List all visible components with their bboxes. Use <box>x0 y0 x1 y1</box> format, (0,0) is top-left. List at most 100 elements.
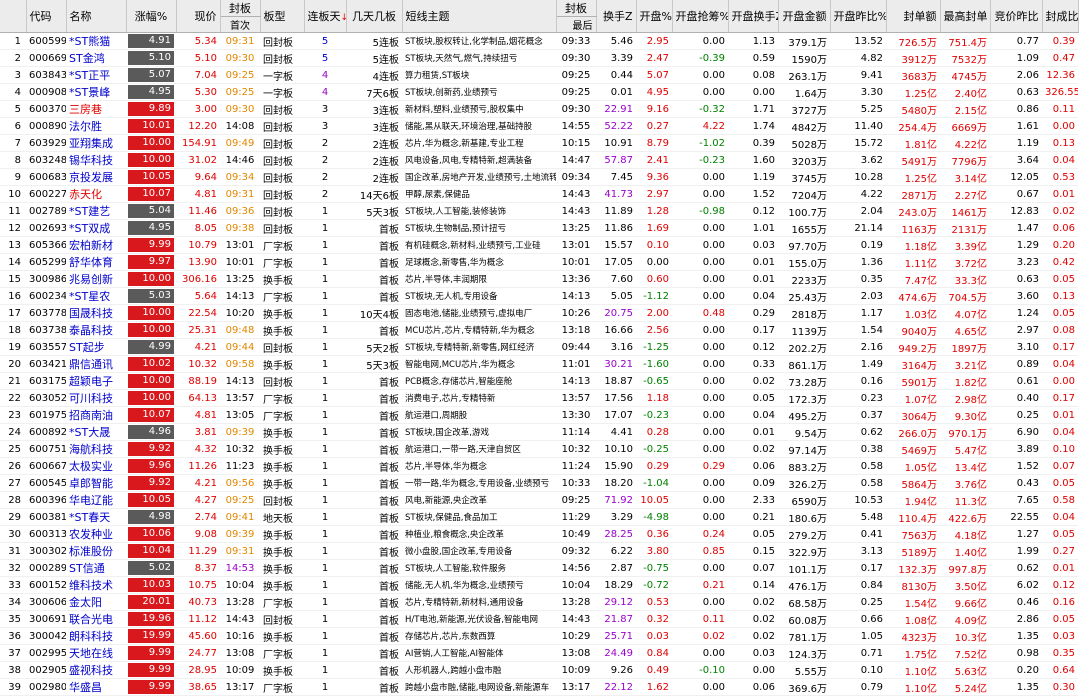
stock-code[interactable]: 600227 <box>26 185 66 203</box>
stock-code[interactable]: 603175 <box>26 372 66 390</box>
header-board-type[interactable]: 板型 <box>260 0 305 33</box>
stock-name[interactable]: 招商南油 <box>66 406 126 424</box>
stock-code[interactable]: 600545 <box>26 474 66 492</box>
header-seal-last-sub[interactable]: 最后 <box>556 16 597 33</box>
stock-code[interactable]: 600381 <box>26 508 66 526</box>
table-row[interactable]: 38 002905 盛视科技 9.99 28.95 10:09 换手板 1 首板 人形机器人,跨越… <box>0 661 1078 679</box>
stock-code[interactable]: 603421 <box>26 355 66 373</box>
stock-name[interactable]: *ST星农 <box>66 287 126 305</box>
table-row[interactable]: 4 000908 *ST景峰 4.95 5.30 09:25 一字板 4 7天6板 ST板块,创新… <box>0 83 1078 101</box>
header-theme[interactable]: 短线主题 <box>402 0 557 33</box>
table-row[interactable]: 10 600227 赤天化 10.07 4.81 09:31 回封板 2 14天6板 甲醇,尿素,… <box>0 185 1078 203</box>
header-seal-first[interactable]: 封板 <box>220 0 261 17</box>
stock-code[interactable]: 603929 <box>26 134 66 152</box>
stock-name[interactable]: 盛视科技 <box>66 661 126 679</box>
table-row[interactable]: 20 603421 鼎信通讯 10.02 10.32 09:58 换手板 1 5天3板 智能电网,… <box>0 355 1078 373</box>
stock-name[interactable]: *ST春天 <box>66 508 126 526</box>
table-row[interactable]: 14 605299 舒华体育 9.97 13.90 10:01 厂字板 1 首板 足球概念,新零售… <box>0 253 1078 271</box>
stock-name[interactable]: 标准股份 <box>66 542 126 560</box>
stock-code[interactable]: 300691 <box>26 610 66 628</box>
stock-name[interactable]: *ST大晟 <box>66 423 126 441</box>
stock-name[interactable]: 卓郎智能 <box>66 474 126 492</box>
stock-name[interactable]: 三房巷 <box>66 100 126 118</box>
header-seal-ratio[interactable]: 封成比 <box>1042 0 1079 33</box>
header-code[interactable]: 代码 <box>26 0 67 33</box>
stock-code[interactable]: 000289 <box>26 559 66 577</box>
stock-code[interactable]: 300302 <box>26 542 66 560</box>
table-row[interactable]: 26 600667 太极实业 9.96 11.26 11:23 换手板 1 首板 芯片,半导体,华… <box>0 457 1078 475</box>
stock-name[interactable]: 天地在线 <box>66 644 126 662</box>
table-row[interactable]: 3 603843 *ST正平 5.07 7.04 09:25 一字板 4 4连板 算力租赁,ST板… <box>0 66 1078 84</box>
stock-name[interactable]: 亚翔集成 <box>66 134 126 152</box>
stock-name[interactable]: *ST建艺 <box>66 202 126 220</box>
stock-name[interactable]: 法尔胜 <box>66 117 126 135</box>
stock-code[interactable]: 600667 <box>26 457 66 475</box>
stock-name[interactable]: *ST正平 <box>66 66 126 84</box>
table-row[interactable]: 13 605366 宏柏新材 9.99 10.79 13:01 厂字板 1 首板 有机硅概念,新材… <box>0 236 1078 254</box>
header-seal-amount[interactable]: 封单额 <box>886 0 941 33</box>
stock-code[interactable]: 600152 <box>26 576 66 594</box>
table-row[interactable]: 15 300986 兆易创新 10.00 306.16 13:25 换手板 1 首板 芯片,半导体… <box>0 270 1078 288</box>
table-row[interactable]: 9 600683 京投发展 10.05 9.64 09:34 回封板 2 2连板 国企改革,房地产… <box>0 168 1078 186</box>
stock-name[interactable]: 超颖电子 <box>66 372 126 390</box>
header-open-pct[interactable]: 开盘% <box>636 0 673 33</box>
table-row[interactable]: 8 603248 锡华科技 10.00 31.02 14:46 回封板 2 2连板 风电设备,风电… <box>0 151 1078 169</box>
stock-name[interactable]: 鼎信通讯 <box>66 355 126 373</box>
stock-code[interactable]: 603778 <box>26 304 66 322</box>
header-max-seal[interactable]: 最高封单 <box>940 0 991 33</box>
table-row[interactable]: 24 600892 *ST大晟 4.96 3.81 09:39 换手板 1 首板 ST板块,国企改… <box>0 423 1078 441</box>
stock-code[interactable]: 600892 <box>26 423 66 441</box>
table-row[interactable]: 23 601975 招商南油 10.07 4.81 13:05 厂字板 1 首板 航运港口,周期股… <box>0 406 1078 424</box>
table-row[interactable]: 30 600313 农发种业 10.06 9.08 09:39 换手板 1 首板 种植业,粮食概念… <box>0 525 1078 543</box>
table-row[interactable]: 17 603778 国晟科技 10.00 22.54 10:20 换手板 1 10天4板 固态电池… <box>0 304 1078 322</box>
header-price[interactable]: 现价 <box>176 0 221 33</box>
stock-code[interactable]: 600751 <box>26 440 66 458</box>
stock-code[interactable]: 002905 <box>26 661 66 679</box>
stock-name[interactable]: ST信通 <box>66 559 126 577</box>
header-jitian[interactable]: 几天几板 <box>346 0 403 33</box>
header-seal-first-sub[interactable]: 首次 <box>220 16 261 33</box>
stock-code[interactable]: 605366 <box>26 236 66 254</box>
stock-code[interactable]: 603248 <box>26 151 66 169</box>
stock-name[interactable]: 国晟科技 <box>66 304 126 322</box>
stock-name[interactable]: 联合光电 <box>66 610 126 628</box>
stock-code[interactable]: 605299 <box>26 253 66 271</box>
table-row[interactable]: 1 600599 *ST熊猫 4.91 5.34 09:31 回封板 5 5连板 ST板块,股权转… <box>0 32 1078 50</box>
stock-code[interactable]: 600370 <box>26 100 66 118</box>
table-row[interactable]: 33 600152 维科技术 10.03 10.75 10:04 换手板 1 首板 储能,无人机,… <box>0 576 1078 594</box>
header-name[interactable]: 名称 <box>66 0 127 33</box>
table-row[interactable]: 31 300302 标准股份 10.04 11.29 09:31 换手板 1 首板 微小盘股,国企… <box>0 542 1078 560</box>
stock-name[interactable]: ST起步 <box>66 338 126 356</box>
stock-code[interactable]: 600396 <box>26 491 66 509</box>
header-open-amount[interactable]: 开盘金额 <box>778 0 831 33</box>
stock-code[interactable]: 000669 <box>26 49 66 67</box>
stock-name[interactable]: 锡华科技 <box>66 151 126 169</box>
table-row[interactable]: 27 600545 卓郎智能 9.92 4.21 09:56 换手板 1 首板 一带一路,华为概念… <box>0 474 1078 492</box>
stock-name[interactable]: 农发种业 <box>66 525 126 543</box>
table-row[interactable]: 29 600381 *ST春天 4.98 2.74 09:41 地天板 1 首板 ST板块,保健品… <box>0 508 1078 526</box>
header-streak[interactable]: 连板天↓ <box>304 0 347 33</box>
table-row[interactable]: 39 002980 华盛昌 9.99 38.65 13:17 厂字板 1 首板 跨越小盘市融,储能… <box>0 678 1078 696</box>
header-bid-ratio[interactable]: 竞价昨比 <box>990 0 1043 33</box>
stock-name[interactable]: 维科技术 <box>66 576 126 594</box>
stock-name[interactable]: 金太阳 <box>66 593 126 611</box>
stock-name[interactable]: 宏柏新材 <box>66 236 126 254</box>
stock-code[interactable]: 000890 <box>26 117 66 135</box>
stock-name[interactable]: *ST双成 <box>66 219 126 237</box>
table-row[interactable]: 19 603557 ST起步 4.99 4.21 09:44 回封板 1 5天2板 ST板块,专精… <box>0 338 1078 356</box>
stock-code[interactable]: 000908 <box>26 83 66 101</box>
stock-code[interactable]: 600599 <box>26 32 66 50</box>
header-open-ratio[interactable]: 开盘昨比% <box>830 0 887 33</box>
table-row[interactable]: 36 300042 朗科科技 19.99 45.60 10:16 换手板 1 首板 存储芯片,芯片… <box>0 627 1078 645</box>
stock-name[interactable]: 兆易创新 <box>66 270 126 288</box>
stock-name[interactable]: 海航科技 <box>66 440 126 458</box>
header-turnover[interactable]: 换手Z <box>596 0 637 33</box>
table-row[interactable]: 25 600751 海航科技 9.92 4.32 10:32 换手板 1 首板 航运港口,一带一路… <box>0 440 1078 458</box>
table-row[interactable]: 12 002693 *ST双成 4.95 8.05 09:38 回封板 1 首板 ST板块,生物制… <box>0 219 1078 237</box>
stock-code[interactable]: 002789 <box>26 202 66 220</box>
stock-name[interactable]: 赤天化 <box>66 185 126 203</box>
stock-name[interactable]: 京投发展 <box>66 168 126 186</box>
header-open-turnover[interactable]: 开盘换手Z <box>728 0 779 33</box>
stock-code[interactable]: 603738 <box>26 321 66 339</box>
table-row[interactable]: 35 300691 联合光电 19.96 11.12 14:43 回封板 1 首板 H/T电池,新… <box>0 610 1078 628</box>
